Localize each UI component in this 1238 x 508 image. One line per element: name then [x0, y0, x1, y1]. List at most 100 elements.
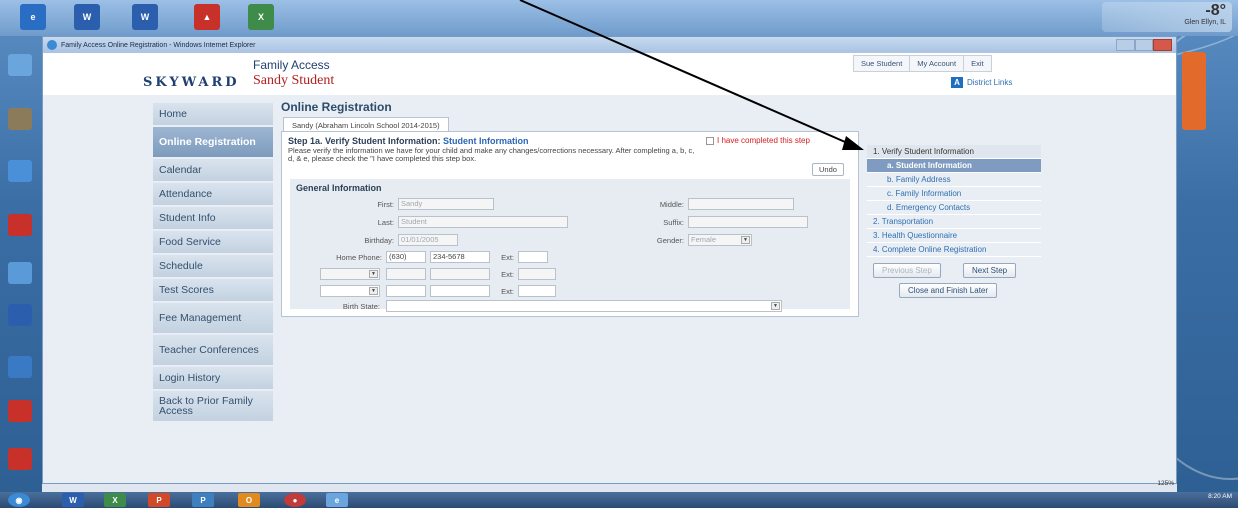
- area-code-input-2[interactable]: [386, 268, 426, 280]
- nav-item-login-history[interactable]: Login History: [153, 367, 273, 389]
- desktop-icon[interactable]: [8, 304, 34, 326]
- zoom-level[interactable]: 125%: [1157, 480, 1174, 487]
- desktop-icon[interactable]: [8, 160, 34, 182]
- middle-name-input[interactable]: [688, 198, 794, 210]
- phone-number-input[interactable]: 234-5678: [430, 251, 490, 263]
- nav-item-calendar[interactable]: Calendar: [153, 159, 273, 181]
- window-title: Family Access Online Registration - Wind…: [61, 41, 256, 49]
- step-heading: Step 1a. Verify Student Information: Stu…: [288, 136, 529, 146]
- step-item-student-information[interactable]: a. Student Information: [867, 159, 1041, 173]
- previous-step-button[interactable]: Previous Step: [873, 263, 941, 278]
- powerpoint-taskbar-icon[interactable]: P: [148, 493, 170, 507]
- app-icon: [8, 160, 32, 182]
- nav-item-schedule[interactable]: Schedule: [153, 255, 273, 277]
- excel-taskbar-icon[interactable]: X: [104, 493, 126, 507]
- general-information-title: General Information: [296, 183, 382, 193]
- desktop-icon[interactable]: [8, 400, 34, 422]
- birthday-input[interactable]: 01/01/2005: [398, 234, 458, 246]
- nav-item-teacher-conferences[interactable]: Teacher Conferences: [153, 335, 273, 365]
- ie-pin-icon[interactable]: e: [20, 4, 46, 30]
- district-links[interactable]: A District Links: [951, 77, 1012, 88]
- word-icon: [8, 304, 32, 326]
- taskbar: ◉ W X P P O ● e 8:20 AM: [0, 492, 1238, 508]
- step-item-emergency-contacts[interactable]: d. Emergency Contacts: [867, 201, 1041, 215]
- title-bar[interactable]: Family Access Online Registration - Wind…: [43, 37, 1176, 53]
- nav-item-online-registration[interactable]: Online Registration: [153, 127, 273, 157]
- ie-taskbar-icon[interactable]: e: [326, 493, 348, 507]
- ext-input[interactable]: [518, 251, 548, 263]
- undo-button[interactable]: Undo: [812, 163, 844, 176]
- nav-item-back-to-prior[interactable]: Back to Prior Family Access: [153, 391, 273, 421]
- suffix-label: Suffix:: [663, 218, 684, 227]
- status-bar: [42, 484, 1177, 492]
- pdf-icon: [8, 400, 32, 422]
- home-phone-label: Home Phone:: [336, 253, 382, 262]
- desktop-icon[interactable]: [8, 214, 34, 236]
- header-link-my-account[interactable]: My Account: [910, 56, 965, 71]
- step-item-transportation[interactable]: 2. Transportation: [867, 215, 1041, 229]
- chevron-down-icon: ▼: [741, 236, 750, 244]
- general-information-box: General Information First: Sandy Middle:…: [290, 179, 850, 312]
- step-item-family-address[interactable]: b. Family Address: [867, 173, 1041, 187]
- birth-state-select[interactable]: ▼: [386, 300, 782, 312]
- phone-type-select[interactable]: ▼: [320, 268, 380, 280]
- word-icon[interactable]: W: [74, 4, 100, 30]
- skyward-logo: SKYWARD: [143, 75, 240, 90]
- step-item-verify[interactable]: 1. Verify Student Information: [867, 145, 1041, 159]
- ie-icon: [47, 40, 57, 50]
- phone-number-input-2[interactable]: [430, 268, 490, 280]
- close-finish-later-button[interactable]: Close and Finish Later: [899, 283, 998, 298]
- app-title: Family Access: [253, 58, 330, 72]
- desktop-icon[interactable]: [8, 356, 34, 378]
- next-step-button[interactable]: Next Step: [963, 263, 1017, 278]
- completed-checkbox-row[interactable]: I have completed this step: [706, 136, 810, 145]
- completed-checkbox[interactable]: [706, 136, 714, 145]
- ext-label-2: Ext:: [501, 270, 514, 279]
- desktop-icon[interactable]: [8, 54, 34, 76]
- phone-number-input-3[interactable]: [430, 285, 490, 297]
- chrome-taskbar-icon[interactable]: ●: [284, 493, 306, 507]
- app-icon: [8, 54, 32, 76]
- excel-icon[interactable]: X: [248, 4, 274, 30]
- maximize-button[interactable]: [1134, 39, 1154, 51]
- desktop-icon[interactable]: [8, 262, 34, 284]
- word-taskbar-icon[interactable]: W: [62, 493, 84, 507]
- gadget-tile[interactable]: [1182, 52, 1206, 130]
- nav-item-fee-management[interactable]: Fee Management: [153, 303, 273, 333]
- nav-item-test-scores[interactable]: Test Scores: [153, 279, 273, 301]
- start-icon[interactable]: ◉: [8, 493, 30, 507]
- gender-select[interactable]: Female ▼: [688, 234, 752, 246]
- app-icon: [8, 262, 32, 284]
- step-panel: Step 1a. Verify Student Information: Stu…: [281, 131, 859, 317]
- suffix-input[interactable]: [688, 216, 808, 228]
- step-item-health[interactable]: 3. Health Questionnaire: [867, 229, 1041, 243]
- ext-input-2[interactable]: [518, 268, 556, 280]
- header-link-exit[interactable]: Exit: [964, 56, 991, 71]
- close-button[interactable]: [1153, 39, 1173, 51]
- step-item-family-information[interactable]: c. Family Information: [867, 187, 1041, 201]
- area-code-input[interactable]: (630): [386, 251, 426, 263]
- area-code-input-3[interactable]: [386, 285, 426, 297]
- page-title: Online Registration: [281, 100, 392, 114]
- birth-state-label: Birth State:: [342, 302, 380, 311]
- step-item-complete[interactable]: 4. Complete Online Registration: [867, 243, 1041, 257]
- app-icon: [8, 356, 32, 378]
- word-icon[interactable]: W: [132, 4, 158, 30]
- birthday-label: Birthday:: [364, 236, 394, 245]
- nav-item-home[interactable]: Home: [153, 103, 273, 125]
- phone-type-select-3[interactable]: ▼: [320, 285, 380, 297]
- ext-input-3[interactable]: [518, 285, 556, 297]
- publisher-taskbar-icon[interactable]: P: [192, 493, 214, 507]
- outlook-taskbar-icon[interactable]: O: [238, 493, 260, 507]
- desktop-icon[interactable]: [8, 448, 34, 470]
- minimize-button[interactable]: [1116, 39, 1135, 51]
- district-links-label: District Links: [967, 78, 1013, 87]
- first-name-input[interactable]: Sandy: [398, 198, 494, 210]
- desktop-icon[interactable]: [8, 108, 34, 130]
- last-name-input[interactable]: Student: [398, 216, 568, 228]
- header-link-student[interactable]: Sue Student: [854, 56, 911, 71]
- nav-item-attendance[interactable]: Attendance: [153, 183, 273, 205]
- pdf-icon[interactable]: ▲: [194, 4, 220, 30]
- nav-item-food-service[interactable]: Food Service: [153, 231, 273, 253]
- nav-item-student-info[interactable]: Student Info: [153, 207, 273, 229]
